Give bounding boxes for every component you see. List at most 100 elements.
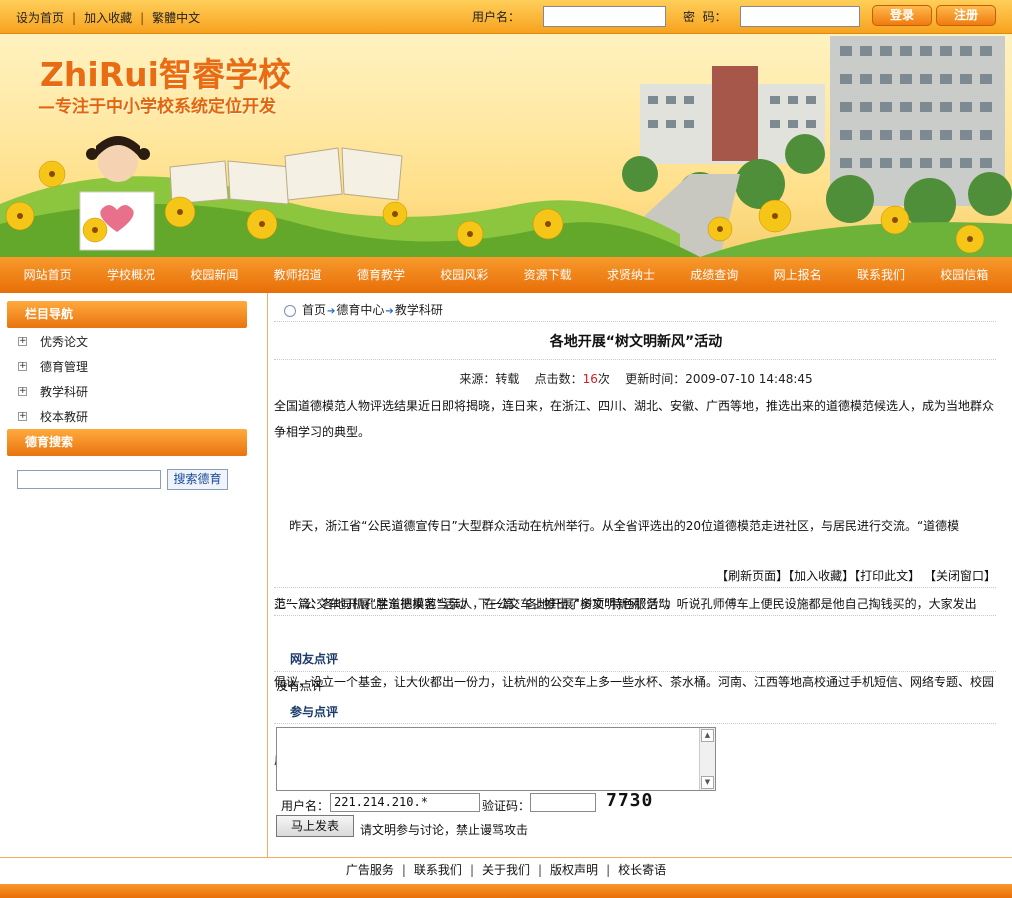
comment-textarea[interactable]: ▲ ▼ <box>276 727 716 791</box>
school-logo: ZhiRui智睿学校 <box>40 48 291 96</box>
prev-next-links: 上一篇：各地开展“学道德模范”活动 下一篇：各地开展“树文明新风”活动 <box>274 595 670 612</box>
nav-teachers[interactable]: 教师招道 <box>264 257 332 293</box>
prev-label: 上一篇： <box>274 597 323 611</box>
banner: ZhiRui智睿学校 —专注于中小学校系统定位开发 <box>0 34 1012 257</box>
traditional-chinese-link[interactable]: 繁體中文 <box>152 11 200 25</box>
set-homepage-link[interactable]: 设为首页 <box>16 11 64 25</box>
submit-comment-button[interactable]: 马上发表 <box>276 815 354 837</box>
sidebar-search-title: 德育搜索 <box>7 429 247 456</box>
nav-school-overview[interactable]: 学校概况 <box>97 257 165 293</box>
next-article-link[interactable]: 各地开展“树文明新风”活动 <box>526 597 670 611</box>
expand-icon[interactable]: + <box>18 362 27 371</box>
no-comments-text: 没有点评 <box>276 679 325 693</box>
paragraph-line: 倡议，设立一个基金，让大伙都出一份力，让杭州的公交车上多一些水杯、茶水桶。河南、… <box>274 675 995 689</box>
paragraph-line: 争相学习的典型。 <box>274 425 371 439</box>
prev-article-link[interactable]: 各地开展“学道德模范”活动 <box>322 597 466 611</box>
expand-icon[interactable]: + <box>18 337 27 346</box>
paragraph-line: 昨天，浙江省“公民道德宣传日”大型群众活动在杭州举行。从全省评选出的20位道德模… <box>274 519 960 533</box>
scroll-down-icon[interactable]: ▼ <box>701 776 714 789</box>
breadcrumb: 首页➔德育中心➔教学科研 <box>284 301 443 318</box>
open-books <box>169 147 403 205</box>
article-tools[interactable]: 【刷新页面】【加入收藏】【打印此文】 【关闭窗口】 <box>716 567 996 584</box>
updated-value: 2009-07-10 14:48:45 <box>685 372 813 386</box>
footer-copyright-link[interactable]: 版权声明 <box>550 863 598 877</box>
nav-campus-news[interactable]: 校园新闻 <box>180 257 248 293</box>
password-input[interactable] <box>740 6 860 27</box>
footer-ads-link[interactable]: 广告服务 <box>346 863 394 877</box>
article-paragraph-1: 全国道德模范人物评选结果近日即将揭晓，连日来，在浙江、四川、湖北、安徽、广西等地… <box>274 393 996 445</box>
expand-icon[interactable]: + <box>18 412 27 421</box>
submit-note: 请文明参与讨论，禁止谩骂攻击 <box>360 823 529 837</box>
sidebar-item-label: 优秀论文 <box>40 335 89 349</box>
captcha-input[interactable] <box>530 793 596 812</box>
sidebar-item-label: 教学科研 <box>40 385 89 399</box>
sidebar-item-school-research[interactable]: + 校本教研 <box>18 408 88 425</box>
scroll-up-icon[interactable]: ▲ <box>701 729 714 742</box>
divider <box>274 671 996 672</box>
article-title: 各地开展“树文明新风”活动 <box>549 334 723 350</box>
next-label: 下一篇： <box>477 597 526 611</box>
main-content: 首页➔德育中心➔教学科研 各地开展“树文明新风”活动 来源：转载 点击数：16次… <box>270 293 1002 857</box>
sidebar-item-label: 德育管理 <box>40 360 89 374</box>
divider <box>274 615 996 616</box>
captcha-image: 7730 <box>606 790 654 811</box>
register-button[interactable]: 注册 <box>936 5 996 26</box>
nav-home[interactable]: 网站首页 <box>14 257 82 293</box>
sidebar-item-papers[interactable]: + 优秀论文 <box>18 333 88 350</box>
top-bar: 设为首页 | 加入收藏 | 繁體中文 用户名： 密 码： 登录 注册 <box>0 0 1012 34</box>
breadcrumb-home[interactable]: 首页 <box>302 303 326 317</box>
footer-contact-link[interactable]: 联系我们 <box>414 863 462 877</box>
nav-enroll[interactable]: 网上报名 <box>764 257 832 293</box>
breadcrumb-teaching-research[interactable]: 教学科研 <box>395 303 443 317</box>
main-nav: 网站首页 学校概况 校园新闻 教师招道 德育教学 校园风彩 资源下载 求贤纳士 … <box>0 257 1012 293</box>
divider <box>274 723 996 724</box>
nav-recruitment[interactable]: 求贤纳士 <box>597 257 665 293</box>
footer: 广告服务 | 联系我们 | 关于我们 | 版权声明 | 校长寄语 <box>0 857 1012 884</box>
comment-username-label: 用户名： <box>281 799 330 813</box>
breadcrumb-moral-center[interactable]: 德育中心 <box>336 303 384 317</box>
article-meta: 来源：转载 点击数：16次 更新时间：2009-07-10 14:48:45 <box>270 370 1002 387</box>
sidebar-item-moral-management[interactable]: + 德育管理 <box>18 358 88 375</box>
sidebar-nav-title: 栏目导航 <box>7 301 247 328</box>
post-comment-title: 参与点评 <box>290 705 339 719</box>
divider <box>274 321 996 322</box>
source-label: 来源： <box>459 372 496 386</box>
arrow-right-icon: ➔ <box>327 306 336 317</box>
captcha-label: 验证码： <box>482 799 531 813</box>
bottom-bar <box>0 884 1012 898</box>
sidebar-search-button[interactable]: 搜索德育 <box>167 469 228 490</box>
nav-contact[interactable]: 联系我们 <box>847 257 915 293</box>
updated-label: 更新时间： <box>625 372 686 386</box>
sidebar-item-teaching-research[interactable]: + 教学科研 <box>18 383 88 400</box>
username-input[interactable] <box>543 6 666 27</box>
top-links: 设为首页 | 加入收藏 | 繁體中文 <box>16 11 201 25</box>
paragraph-line: 全国道德模范人物评选结果近日即将揭晓，连日来，在浙江、四川、湖北、安徽、广西等地… <box>274 399 995 413</box>
nav-campus-style[interactable]: 校园风彩 <box>430 257 498 293</box>
nav-grades[interactable]: 成绩查询 <box>680 257 748 293</box>
building-tower <box>712 66 758 161</box>
nav-downloads[interactable]: 资源下载 <box>514 257 582 293</box>
sidebar-search-input[interactable] <box>17 470 161 489</box>
add-favorite-link[interactable]: 加入收藏 <box>84 11 132 25</box>
login-button[interactable]: 登录 <box>872 5 932 26</box>
logo-en: ZhiRui <box>40 55 159 94</box>
nav-moral-education[interactable]: 德育教学 <box>347 257 415 293</box>
comments-title: 网友点评 <box>290 652 339 666</box>
username-label: 用户名： <box>472 10 521 24</box>
nav-mailbox[interactable]: 校园信箱 <box>930 257 998 293</box>
divider <box>274 359 996 360</box>
expand-icon[interactable]: + <box>18 387 27 396</box>
hits-label: 点击数： <box>534 372 583 386</box>
sidebar: 栏目导航 + 优秀论文 + 德育管理 + 教学科研 + 校本教研 德育搜索 搜索德育 <box>0 293 268 857</box>
slogan: —专注于中小学校系统定位开发 <box>38 97 276 117</box>
divider <box>274 587 996 588</box>
footer-principal-link[interactable]: 校长寄语 <box>618 863 666 877</box>
hits-value: 16 <box>582 372 598 386</box>
arrow-right-icon: ➔ <box>385 306 394 317</box>
comment-username-input[interactable]: 221.214.210.* <box>330 793 480 812</box>
sidebar-item-label: 校本教研 <box>40 410 89 424</box>
footer-about-link[interactable]: 关于我们 <box>482 863 530 877</box>
logo-cn: 智睿学校 <box>158 55 291 94</box>
breadcrumb-circle-icon <box>284 304 296 317</box>
textarea-scrollbar[interactable]: ▲ ▼ <box>699 728 715 790</box>
